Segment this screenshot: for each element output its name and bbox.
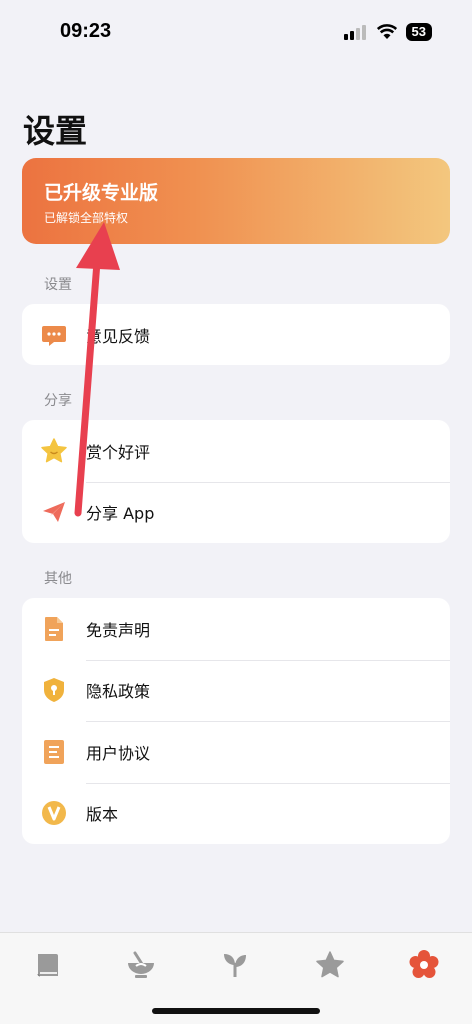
document-icon — [45, 616, 63, 641]
disclaimer-row[interactable]: 免责声明 — [22, 598, 450, 660]
tab-favorites[interactable] — [312, 947, 348, 983]
share-app-label: 分享 App — [86, 504, 155, 524]
battery-indicator: 53 — [405, 23, 432, 41]
feedback-label: 意见反馈 — [86, 326, 151, 346]
feedback-row[interactable]: 意见反馈 — [22, 304, 450, 366]
page-title: 设置 — [23, 112, 88, 150]
paper-plane-icon — [43, 502, 65, 523]
shield-lock-icon — [44, 678, 64, 703]
settings-group: 意见反馈 — [22, 304, 450, 365]
mortar-bowl-icon — [128, 951, 154, 978]
tab-herbs[interactable] — [217, 947, 253, 983]
star-icon — [41, 438, 67, 463]
version-row[interactable]: 版本 — [22, 782, 450, 845]
tab-remedies[interactable] — [123, 947, 159, 983]
pro-card-title: 已升级专业版 — [44, 182, 159, 204]
list-document-icon — [44, 739, 64, 764]
disclaimer-label: 免责声明 — [86, 620, 151, 640]
status-time: 09:23 — [60, 20, 112, 42]
rate-app-row[interactable]: 赏个好评 — [22, 420, 450, 482]
star-tab-icon — [316, 951, 344, 978]
status-icons: 53 — [343, 22, 432, 42]
share-group: 赏个好评 分享 App — [22, 420, 450, 543]
flower-gear-icon — [409, 950, 439, 978]
feedback-chat-icon — [42, 325, 66, 346]
tab-library[interactable] — [30, 947, 66, 983]
user-agreement-row[interactable]: 用户协议 — [22, 721, 450, 783]
section-header-share: 分享 — [44, 393, 72, 409]
user-agreement-label: 用户协议 — [86, 743, 151, 763]
privacy-policy-row[interactable]: 隐私政策 — [22, 659, 450, 722]
section-header-other: 其他 — [44, 571, 72, 587]
rate-app-label: 赏个好评 — [86, 442, 151, 462]
status-bar: 09:23 53 — [0, 0, 472, 62]
share-app-row[interactable]: 分享 App — [22, 481, 450, 544]
section-header-settings: 设置 — [44, 277, 72, 293]
tab-settings[interactable] — [406, 947, 442, 983]
home-indicator — [152, 1008, 320, 1014]
cellular-signal-icon — [343, 25, 366, 40]
version-v-icon — [42, 801, 66, 826]
sprout-icon — [224, 954, 246, 977]
pro-card-subtitle: 已解锁全部特权 — [44, 211, 129, 225]
version-label: 版本 — [86, 805, 119, 825]
pro-upgrade-card[interactable]: 已升级专业版 已解锁全部特权 — [22, 158, 450, 244]
privacy-policy-label: 隐私政策 — [86, 682, 151, 702]
wifi-icon — [376, 24, 397, 39]
book-icon — [37, 954, 58, 977]
other-group: 免责声明 隐私政策 用户协议 版本 — [22, 598, 450, 844]
